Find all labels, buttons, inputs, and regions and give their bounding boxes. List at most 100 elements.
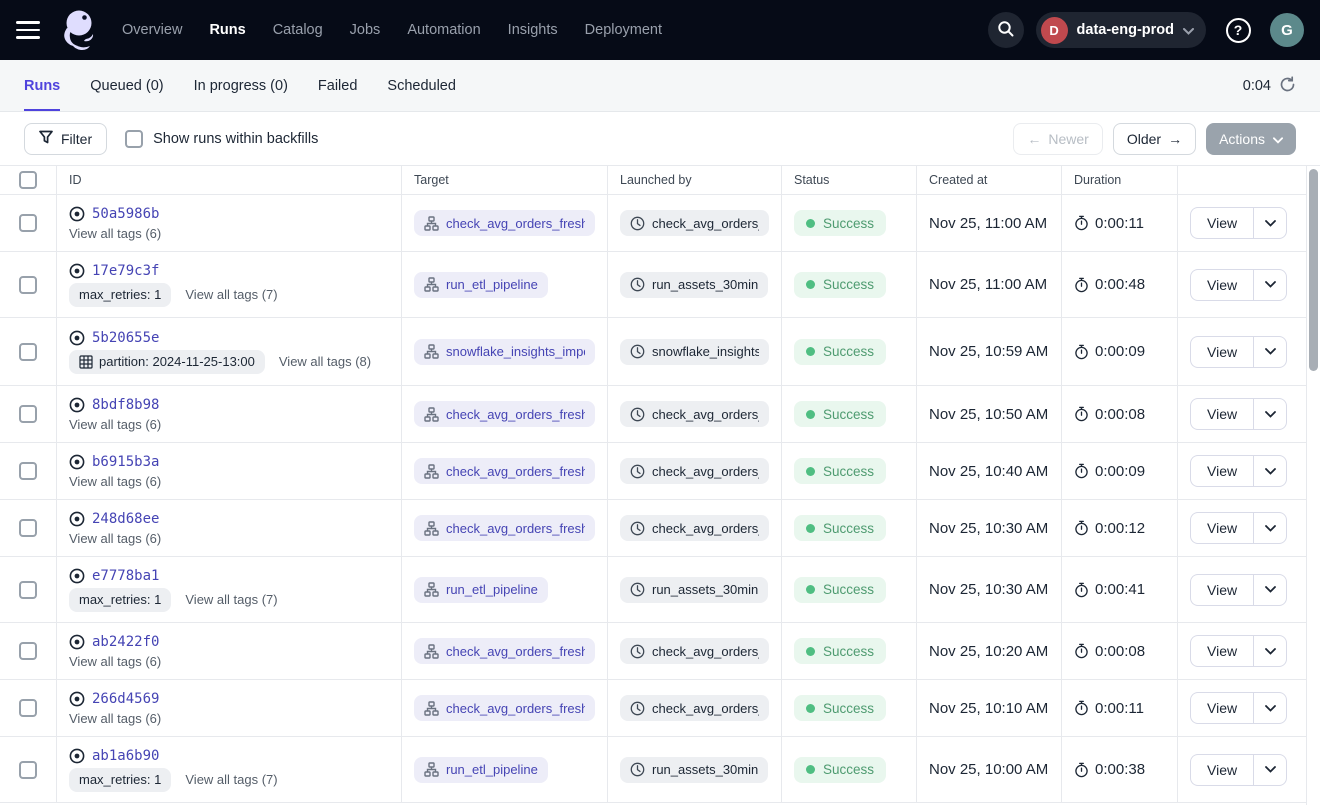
view-button[interactable]: View [1190,455,1253,487]
tab-queued-0[interactable]: Queued (0) [90,60,163,111]
view-dropdown-button[interactable] [1253,754,1287,786]
tab-in-progress-0[interactable]: In progress (0) [194,60,288,111]
view-dropdown-button[interactable] [1253,398,1287,430]
launched-by-pill[interactable]: run_assets_30min [620,757,768,783]
tab-scheduled[interactable]: Scheduled [387,60,456,111]
target-pill[interactable]: check_avg_orders_freshne [414,401,595,427]
select-run-checkbox[interactable] [19,761,37,779]
view-dropdown-button[interactable] [1253,635,1287,667]
view-dropdown-button[interactable] [1253,455,1287,487]
run-id-link[interactable]: 8bdf8b98 [92,397,159,413]
backfills-checkbox[interactable] [125,130,143,148]
run-id-link[interactable]: 248d68ee [92,511,159,527]
older-button[interactable]: Older → [1113,123,1196,155]
newer-button[interactable]: ← Newer [1013,123,1102,155]
target-pill[interactable]: run_etl_pipeline [414,757,548,783]
target-pill[interactable]: check_avg_orders_freshne [414,458,595,484]
nav-item-deployment[interactable]: Deployment [585,22,662,38]
launched-by-pill[interactable]: check_avg_orders_f… [620,638,769,664]
view-all-tags-link[interactable]: View all tags (6) [69,711,161,726]
filter-button[interactable]: Filter [24,123,107,155]
launched-by-pill[interactable]: check_avg_orders_f… [620,515,769,541]
scrollbar-thumb[interactable] [1309,169,1318,371]
launched-by-pill[interactable]: run_assets_30min [620,577,768,603]
run-id-link[interactable]: 17e79c3f [92,263,159,279]
select-run-checkbox[interactable] [19,519,37,537]
target-pill[interactable]: check_avg_orders_freshne [414,210,595,236]
view-dropdown-button[interactable] [1253,574,1287,606]
view-all-tags-link[interactable]: View all tags (7) [185,772,277,787]
deployment-selector[interactable]: D data-eng-prod [1036,12,1206,48]
select-run-checkbox[interactable] [19,581,37,599]
select-all-checkbox[interactable] [19,171,37,189]
launched-by-pill[interactable]: check_avg_orders_f… [620,695,769,721]
select-run-checkbox[interactable] [19,405,37,423]
select-run-checkbox[interactable] [19,214,37,232]
view-button[interactable]: View [1190,574,1253,606]
run-id-link[interactable]: 266d4569 [92,691,159,707]
select-run-checkbox[interactable] [19,462,37,480]
help-button[interactable]: ? [1218,10,1258,50]
select-run-checkbox[interactable] [19,343,37,361]
view-button[interactable]: View [1190,512,1253,544]
view-button[interactable]: View [1190,692,1253,724]
target-pill[interactable]: run_etl_pipeline [414,272,548,298]
target-pill[interactable]: run_etl_pipeline [414,577,548,603]
user-avatar[interactable]: G [1270,13,1304,47]
target-pill[interactable]: check_avg_orders_freshne [414,515,595,541]
view-all-tags-link[interactable]: View all tags (6) [69,654,161,669]
view-all-tags-link[interactable]: View all tags (6) [69,417,161,432]
created-at: Nov 25, 10:30 AM [917,500,1062,556]
view-button[interactable]: View [1190,754,1253,786]
view-dropdown-button[interactable] [1253,207,1287,239]
run-id-link[interactable]: 50a5986b [92,206,159,222]
nav-item-automation[interactable]: Automation [407,22,480,38]
actions-button[interactable]: Actions [1206,123,1296,155]
status-cell: Success [782,680,917,736]
hamburger-menu-icon[interactable] [16,16,44,44]
search-button[interactable] [988,12,1024,48]
view-dropdown-button[interactable] [1253,336,1287,368]
dagster-logo-icon[interactable] [58,7,100,53]
nav-item-runs[interactable]: Runs [209,22,245,38]
nav-item-jobs[interactable]: Jobs [350,22,381,38]
select-run-checkbox[interactable] [19,699,37,717]
run-id-link[interactable]: ab1a6b90 [92,748,159,764]
target-pill[interactable]: check_avg_orders_freshne [414,638,595,664]
run-id-link[interactable]: b6915b3a [92,454,159,470]
tab-runs[interactable]: Runs [24,60,60,111]
view-button[interactable]: View [1190,336,1253,368]
view-all-tags-link[interactable]: View all tags (7) [185,592,277,607]
launched-by-pill[interactable]: check_avg_orders_f… [620,401,769,427]
tab-failed[interactable]: Failed [318,60,358,111]
nav-item-catalog[interactable]: Catalog [273,22,323,38]
launched-by-pill[interactable]: check_avg_orders_f… [620,458,769,484]
view-button[interactable]: View [1190,207,1253,239]
select-run-checkbox[interactable] [19,276,37,294]
launched-by-pill[interactable]: check_avg_orders_f… [620,210,769,236]
nav-item-overview[interactable]: Overview [122,22,182,38]
run-id-link[interactable]: 5b20655e [92,330,159,346]
target-pill[interactable]: snowflake_insights_import [414,339,595,365]
launched-by-pill[interactable]: snowflake_insights_… [620,339,769,365]
launched-by-cell: run_assets_30min [608,557,782,622]
view-button[interactable]: View [1190,269,1253,301]
target-pill[interactable]: check_avg_orders_freshne [414,695,595,721]
view-all-tags-link[interactable]: View all tags (6) [69,474,161,489]
select-run-checkbox[interactable] [19,642,37,660]
view-dropdown-button[interactable] [1253,512,1287,544]
view-button[interactable]: View [1190,635,1253,667]
view-button[interactable]: View [1190,398,1253,430]
nav-item-insights[interactable]: Insights [508,22,558,38]
view-all-tags-link[interactable]: View all tags (6) [69,531,161,546]
view-all-tags-link[interactable]: View all tags (8) [279,354,371,369]
view-dropdown-button[interactable] [1253,269,1287,301]
refresh-button[interactable] [1279,76,1296,96]
clock-icon [630,521,645,536]
run-id-link[interactable]: ab2422f0 [92,634,159,650]
view-dropdown-button[interactable] [1253,692,1287,724]
launched-by-pill[interactable]: run_assets_30min [620,272,768,298]
view-all-tags-link[interactable]: View all tags (7) [185,287,277,302]
view-all-tags-link[interactable]: View all tags (6) [69,226,161,241]
run-id-link[interactable]: e7778ba1 [92,568,159,584]
